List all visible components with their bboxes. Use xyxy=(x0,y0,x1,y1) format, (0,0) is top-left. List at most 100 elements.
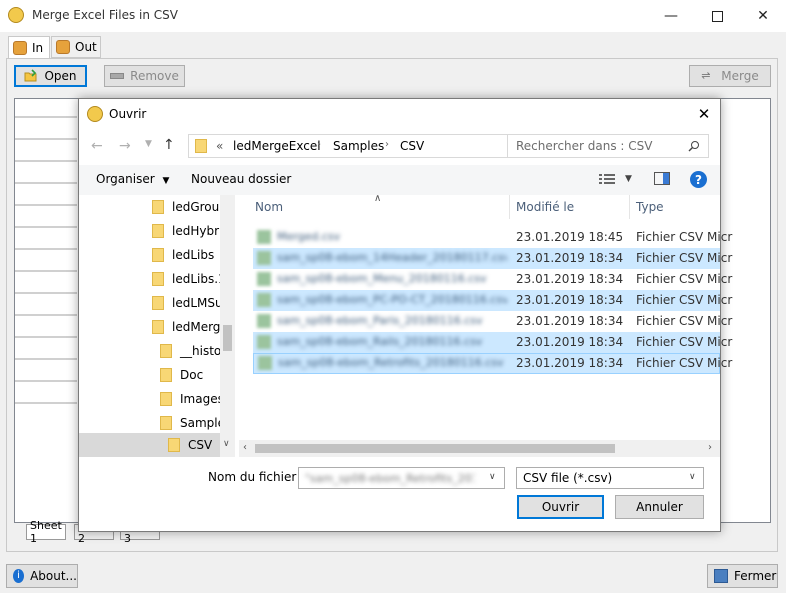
csv-file-icon xyxy=(257,230,271,244)
breadcrumb-overflow[interactable]: « xyxy=(216,139,223,153)
open-file-dialog: Ouvrir ✕ ← → ▼ ↑ « ledMergeExcel › Sampl… xyxy=(78,98,732,532)
scroll-right-icon[interactable]: › xyxy=(708,442,712,453)
import-icon xyxy=(13,40,27,55)
view-options-button[interactable] xyxy=(599,173,615,185)
help-button[interactable]: ? xyxy=(690,171,707,188)
breadcrumb-item[interactable]: Samples xyxy=(333,139,384,153)
nav-item-label: ledLibs xyxy=(172,248,215,262)
nav-item-label: __histor xyxy=(180,344,220,358)
up-button[interactable]: ↑ xyxy=(163,137,175,153)
about-label: About... xyxy=(30,569,77,583)
remove-button[interactable]: Remove xyxy=(104,65,185,87)
csv-file-icon xyxy=(257,314,271,328)
nav-item[interactable]: ledLibs.1 xyxy=(152,267,220,291)
nav-item[interactable]: Sample xyxy=(160,411,220,435)
scroll-down-icon[interactable]: ∨ xyxy=(223,439,230,449)
csv-file-icon xyxy=(258,356,272,370)
maximize-button[interactable] xyxy=(694,0,740,32)
organize-button[interactable]: Organiser ▼ xyxy=(96,172,169,186)
csv-file-icon xyxy=(257,272,271,286)
file-row[interactable]: sam_sp08-ebom_PC-PO-CT_20180116.csv 23.0… xyxy=(253,290,732,311)
breadcrumb-item[interactable]: ledMergeExcel xyxy=(233,139,321,153)
nav-item-label: ledGroup xyxy=(172,200,220,214)
open-button[interactable]: Open xyxy=(14,65,87,87)
nav-item[interactable]: Images xyxy=(160,387,220,411)
file-row[interactable]: sam_sp08-ebom_Menu_20180116.csv 23.01.20… xyxy=(253,269,732,290)
file-date: 23.01.2019 18:34 xyxy=(516,251,624,265)
breadcrumb-item[interactable]: CSV xyxy=(400,139,424,153)
file-type: Fichier CSV Micr xyxy=(636,335,733,349)
recent-locations-button[interactable]: ▼ xyxy=(145,139,152,149)
column-type[interactable]: Type xyxy=(636,195,664,219)
nav-item[interactable]: ledHybri xyxy=(152,219,220,243)
dialog-close-button[interactable]: ✕ xyxy=(691,101,717,127)
column-modified[interactable]: Modifié le xyxy=(516,195,574,219)
file-type: Fichier CSV Micr xyxy=(636,314,733,328)
file-row[interactable]: sam_sp08-ebom_Paris_20180116.csv 23.01.2… xyxy=(253,311,732,332)
chevron-down-icon: ▼ xyxy=(625,174,632,184)
file-type: Fichier CSV Micr xyxy=(636,293,733,307)
preview-pane-icon xyxy=(663,173,669,184)
search-input[interactable]: Rechercher dans : CSV xyxy=(507,134,709,158)
preview-pane-button[interactable] xyxy=(654,172,670,185)
dialog-toolbar: Organiser ▼ Nouveau dossier ▼ ? xyxy=(79,165,720,195)
file-row[interactable]: Merged.csv 23.01.2019 18:45 Fichier CSV … xyxy=(253,227,732,248)
cancel-button[interactable]: Annuler xyxy=(615,495,704,519)
filename-value: "sam_sp08-ebom_Retrofits_20180116.csv" xyxy=(305,471,475,485)
back-button[interactable]: ← xyxy=(91,138,103,154)
nav-item-selected[interactable]: CSV xyxy=(79,433,220,457)
export-icon xyxy=(56,40,70,54)
open-file-button[interactable]: Ouvrir xyxy=(517,495,604,519)
open-label: Open xyxy=(44,69,77,83)
scrollbar-thumb[interactable] xyxy=(255,444,615,453)
filetype-select[interactable]: CSV file (*.csv) ∨ xyxy=(516,467,704,489)
close-app-label: Fermer xyxy=(734,569,777,583)
tab-out[interactable]: Out xyxy=(51,36,101,58)
nav-item[interactable]: ledLMSu xyxy=(152,291,220,315)
filetype-value: CSV file (*.csv) xyxy=(523,471,613,485)
merge-icon: ⇌ xyxy=(701,69,711,82)
nav-item[interactable]: ledMerge xyxy=(152,315,220,339)
forward-button[interactable]: → xyxy=(119,138,131,154)
file-row[interactable]: sam_sp08-ebom_14Header_20180117.csv 23.0… xyxy=(253,248,732,269)
file-type: Fichier CSV Micr xyxy=(636,251,733,265)
column-divider[interactable] xyxy=(629,195,630,219)
nav-item-label: ledLibs.1 xyxy=(172,272,220,286)
list-row-lines xyxy=(15,116,77,404)
up-arrow-icon: ↑ xyxy=(163,137,175,153)
scroll-left-icon[interactable]: ‹ xyxy=(243,442,247,453)
merge-button[interactable]: ⇌ Merge xyxy=(689,65,771,87)
app-icon xyxy=(8,7,24,23)
nav-item[interactable]: ledGroup xyxy=(152,195,220,219)
column-name[interactable]: Nom xyxy=(255,195,283,219)
file-list[interactable]: ∧ Nom Modifié le Type Merged.csv 23.01.2… xyxy=(239,193,732,439)
info-icon: i xyxy=(13,569,25,583)
scrollbar-thumb[interactable] xyxy=(223,325,232,351)
column-divider[interactable] xyxy=(509,195,510,219)
app-icon xyxy=(87,106,103,122)
forward-arrow-icon: → xyxy=(119,138,131,154)
close-app-button[interactable]: Fermer xyxy=(707,564,778,588)
about-button[interactable]: i About... xyxy=(6,564,78,588)
new-folder-button[interactable]: Nouveau dossier xyxy=(191,172,291,186)
nav-item[interactable]: ledLibs xyxy=(152,243,220,267)
nav-item[interactable]: Doc xyxy=(160,363,220,387)
close-window-button[interactable]: ✕ xyxy=(740,0,786,32)
file-row[interactable]: sam_sp08-ebom_Rails_20180116.csv 23.01.2… xyxy=(253,332,732,353)
nav-scrollbar[interactable]: ∨ xyxy=(220,195,235,457)
exit-door-icon xyxy=(714,569,728,583)
nav-item[interactable]: __histor xyxy=(160,339,220,363)
filename-input[interactable]: "sam_sp08-ebom_Retrofits_20180116.csv" ∨ xyxy=(298,467,505,489)
view-dropdown-button[interactable]: ▼ xyxy=(625,174,632,184)
folder-icon xyxy=(160,416,172,430)
tab-in[interactable]: In xyxy=(8,36,50,59)
help-icon: ? xyxy=(695,172,702,187)
sheet-tab[interactable]: Sheet 1 xyxy=(26,519,66,545)
navigation-pane[interactable]: ledGroup ledHybri ledLibs ledLibs.1 ledL… xyxy=(79,195,235,457)
minimize-button[interactable]: — xyxy=(648,0,694,32)
file-name: sam_sp08-ebom_Menu_20180116.csv xyxy=(277,272,487,285)
file-row[interactable]: sam_sp08-ebom_Retrofits_20180116.csv 23.… xyxy=(253,353,732,374)
file-hscrollbar[interactable]: ‹ › xyxy=(239,440,720,457)
file-type: Fichier CSV Micr xyxy=(636,272,733,286)
file-name: sam_sp08-ebom_Rails_20180116.csv xyxy=(277,335,483,348)
